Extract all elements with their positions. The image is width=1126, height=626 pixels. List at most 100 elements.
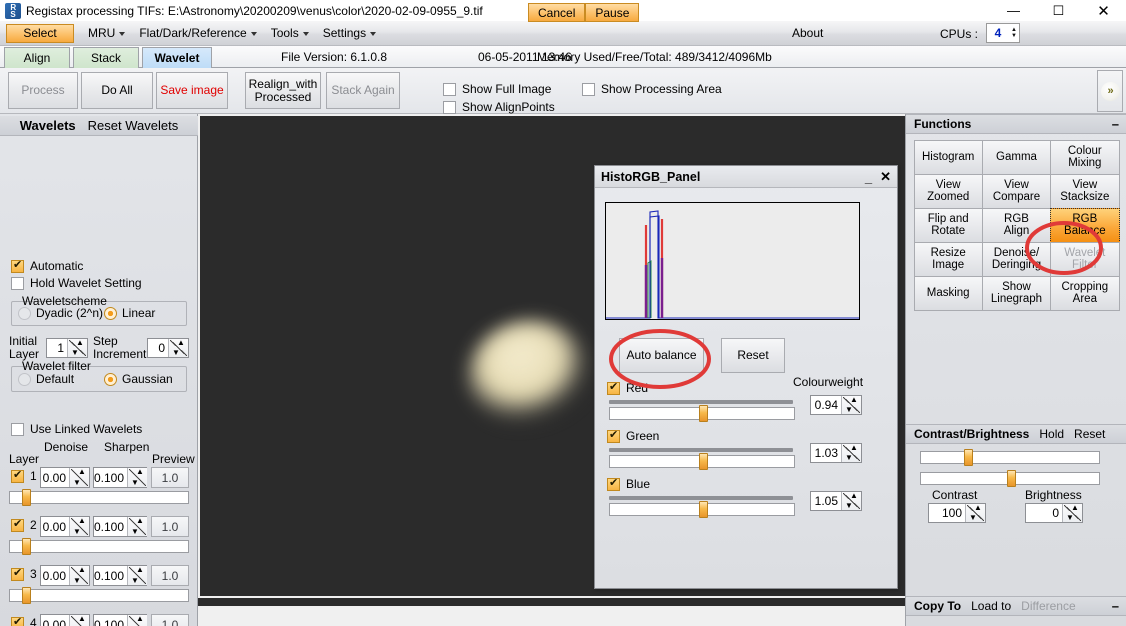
menu-item-settings[interactable]: Settings	[323, 26, 377, 40]
function-button-rgb-align[interactable]: RGB Align	[981, 207, 1052, 243]
initial-layer-stepper[interactable]: 1 ▲ ▼	[46, 338, 88, 358]
close-icon[interactable]: ✕	[1081, 0, 1126, 21]
scheme-option-linear[interactable]: Linear	[104, 306, 155, 320]
show-alignpoints-checkbox[interactable]: Show AlignPoints	[443, 100, 555, 114]
layer-2-sharpen-stepper[interactable]: 0.100 ▲ ▼	[93, 516, 148, 537]
layer-3-sharpen-stepper[interactable]: 0.100 ▲ ▼	[93, 565, 148, 586]
expand-toolbar-button[interactable]: »	[1097, 70, 1123, 112]
stepper-arrows-icon[interactable]: ▲▼	[1062, 504, 1082, 522]
layer-1-preview-button[interactable]: 1.0	[151, 467, 189, 488]
green-slider[interactable]	[609, 453, 795, 470]
stepper-arrows-icon[interactable]: ▲▼	[965, 504, 985, 522]
realign-with-processed-button[interactable]: Realign_with Processed	[245, 72, 321, 109]
red-channel-checkbox[interactable]: Red	[607, 381, 648, 395]
stepper-arrows-icon[interactable]: ▲▼	[841, 492, 861, 510]
function-button-wavelet-filter[interactable]: Wavelet Filter	[1050, 241, 1120, 277]
stack-again-button[interactable]: Stack Again	[326, 72, 400, 109]
automatic-checkbox[interactable]: Automatic	[11, 259, 83, 273]
layer-2-slider-thumb[interactable]	[21, 538, 31, 555]
stepper-arrows-icon[interactable]: ▲▼	[67, 339, 87, 357]
tab-align[interactable]: Align	[4, 47, 70, 68]
about-button[interactable]: About	[792, 26, 823, 40]
tab-stack[interactable]: Stack	[73, 47, 139, 68]
red-weight-stepper[interactable]: 0.94 ▲ ▼	[810, 395, 862, 415]
layer-2-denoise-stepper[interactable]: 0.00 ▲ ▼	[40, 516, 90, 537]
function-button-colour-mixing[interactable]: Colour Mixing	[1050, 139, 1120, 175]
function-button-gamma[interactable]: Gamma	[981, 139, 1052, 175]
cpus-stepper[interactable]: 4 ▲ ▼	[986, 23, 1020, 43]
contrast-reset-button[interactable]: Reset	[1074, 427, 1105, 441]
layer-1-sharpen-stepper[interactable]: 0.100 ▲ ▼	[93, 467, 148, 488]
layer-1-checkbox[interactable]: 1 :	[11, 469, 43, 483]
auto-balance-button[interactable]: Auto balance	[619, 338, 704, 373]
stepper-arrows-icon[interactable]: ▲▼	[127, 517, 148, 536]
blue-slider-thumb[interactable]	[698, 501, 708, 518]
menu-item-mru[interactable]: MRU	[88, 26, 126, 40]
layer-3-denoise-stepper[interactable]: 0.00 ▲ ▼	[40, 565, 90, 586]
stepper-arrows-icon[interactable]: ▲▼	[841, 444, 861, 462]
red-slider[interactable]	[609, 405, 795, 422]
select-button[interactable]: Select	[6, 23, 74, 43]
contrast-hold-button[interactable]: Hold	[1039, 427, 1064, 441]
contrast-slider[interactable]	[920, 449, 1100, 466]
collapse-icon[interactable]: –	[1112, 599, 1119, 614]
hold-wavelet-setting-checkbox[interactable]: Hold Wavelet Setting	[11, 276, 142, 290]
histo-rgb-dialog[interactable]: HistoRGB_Panel _ ✕ Auto balance Reset Co…	[594, 165, 898, 589]
function-button-view-compare[interactable]: View Compare	[981, 173, 1052, 209]
function-button-histogram[interactable]: Histogram	[913, 139, 983, 175]
stepper-arrows-icon[interactable]: ▲▼	[69, 566, 89, 585]
layer-4-denoise-stepper[interactable]: 0.00▲▼	[40, 614, 90, 626]
difference-button[interactable]: Difference	[1021, 599, 1075, 613]
function-button-flip-and-rotate[interactable]: Flip and Rotate	[913, 207, 983, 243]
save-image-button[interactable]: Save image	[156, 72, 228, 109]
function-button-masking[interactable]: Masking	[913, 275, 983, 311]
stepper-arrows-icon[interactable]: ▲▼	[841, 396, 861, 414]
reset-wavelets-button[interactable]: Reset Wavelets	[88, 118, 179, 133]
layer-1-denoise-stepper[interactable]: 0.00 ▲ ▼	[40, 467, 90, 488]
layer-1-slider[interactable]	[9, 489, 189, 506]
step-increment-stepper[interactable]: 0 ▲ ▼	[147, 338, 189, 358]
layer-3-checkbox[interactable]: 3 :	[11, 567, 43, 581]
reset-balance-button[interactable]: Reset	[721, 338, 785, 373]
function-button-cropping-area[interactable]: Cropping Area	[1050, 275, 1120, 311]
green-channel-checkbox[interactable]: Green	[607, 429, 659, 443]
brightness-slider-thumb[interactable]	[1006, 470, 1016, 487]
load-to-button[interactable]: Load to	[971, 599, 1011, 613]
blue-weight-stepper[interactable]: 1.05 ▲ ▼	[810, 491, 862, 511]
show-full-image-checkbox[interactable]: Show Full Image	[443, 82, 551, 96]
layer-3-slider-thumb[interactable]	[21, 587, 31, 604]
pause-button[interactable]: Pause	[585, 3, 640, 22]
contrast-slider-thumb[interactable]	[963, 449, 973, 466]
layer-4-preview-button[interactable]: 1.0	[151, 614, 189, 626]
stepper-arrows-icon[interactable]: ▲▼	[69, 615, 89, 626]
function-button-rgb-balance[interactable]: RGB Balance	[1050, 207, 1120, 243]
stepper-arrows-icon[interactable]: ▲▼	[168, 339, 188, 357]
function-button-resize-image[interactable]: Resize Image	[913, 241, 983, 277]
layer-2-checkbox[interactable]: 2 :	[11, 518, 43, 532]
layer-3-slider[interactable]	[9, 587, 189, 604]
close-icon[interactable]: ✕	[880, 169, 891, 185]
layer-2-preview-button[interactable]: 1.0	[151, 516, 189, 537]
function-button-view-zoomed[interactable]: View Zoomed	[913, 173, 983, 209]
minimize-icon[interactable]: _	[865, 170, 872, 185]
stepper-arrows-icon[interactable]: ▲▼	[69, 517, 89, 536]
blue-slider[interactable]	[609, 501, 795, 518]
menu-item-flat-dark-reference[interactable]: Flat/Dark/Reference	[139, 26, 257, 40]
green-slider-thumb[interactable]	[698, 453, 708, 470]
scheme-option-dyadic[interactable]: Dyadic (2^n)	[18, 306, 103, 320]
stepper-arrows-icon[interactable]: ▲▼	[127, 468, 148, 487]
brightness-slider[interactable]	[920, 470, 1100, 487]
function-button-show-linegraph[interactable]: Show Linegraph	[981, 275, 1052, 311]
blue-channel-checkbox[interactable]: Blue	[607, 477, 650, 491]
layer-3-preview-button[interactable]: 1.0	[151, 565, 189, 586]
cpus-spin-arrows[interactable]: ▲ ▼	[1009, 24, 1019, 42]
contrast-stepper[interactable]: 100 ▲ ▼	[928, 503, 986, 523]
filter-option-default[interactable]: Default	[18, 372, 74, 386]
layer-4-sharpen-stepper[interactable]: 0.100▲▼	[93, 614, 148, 626]
red-slider-thumb[interactable]	[698, 405, 708, 422]
copy-to-button[interactable]: Copy To	[914, 599, 961, 613]
process-button[interactable]: Process	[8, 72, 78, 109]
filter-option-gaussian[interactable]: Gaussian	[104, 372, 173, 386]
use-linked-wavelets-checkbox[interactable]: Use Linked Wavelets	[11, 422, 142, 436]
stepper-arrows-icon[interactable]: ▲▼	[69, 468, 89, 487]
